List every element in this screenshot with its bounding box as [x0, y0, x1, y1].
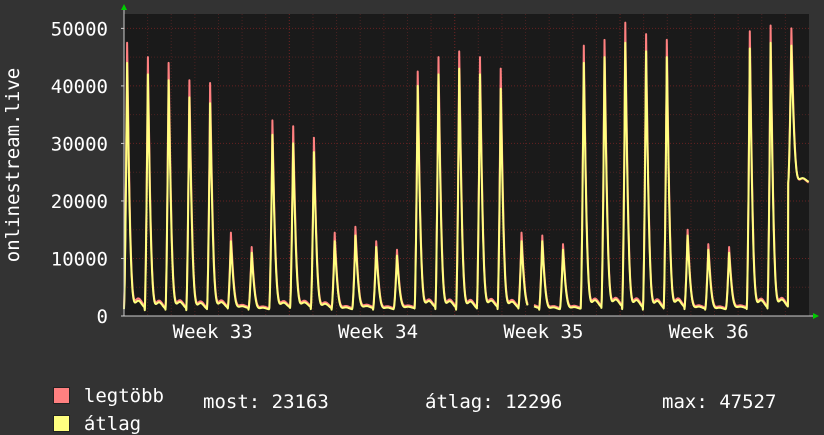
legend-label-avg: átlag: [83, 413, 142, 435]
x-tick-label: Week 33: [173, 321, 253, 343]
x-tick-label: Week 35: [503, 321, 583, 343]
y-tick-label: 20000: [51, 191, 108, 213]
plot-area: [124, 14, 809, 316]
y-tick-label: 50000: [51, 18, 108, 40]
y-tick-label: 40000: [51, 76, 108, 98]
stat-max: max: 47527: [662, 391, 777, 413]
stat-now: most: 23163: [203, 391, 329, 413]
x-tick-label: Week 34: [338, 321, 418, 343]
y-tick-label: 30000: [51, 133, 108, 155]
y-axis-arrow: [121, 4, 127, 10]
stat-avg: átlag: 12296: [425, 391, 563, 413]
x-axis-arrow: [813, 313, 819, 319]
y-tick-labels: 0 10000 20000 30000 40000 50000: [51, 18, 108, 328]
legend-item-avg: átlag: [30, 391, 141, 435]
y-tick-label: 0: [97, 306, 108, 328]
x-tick-labels: Week 33 Week 34 Week 35 Week 36: [173, 321, 749, 343]
chart: 01000020000300004000050000 Week 33 Week 3…: [2, 4, 819, 343]
x-tick-label: Week 36: [669, 321, 749, 343]
y-tick-label: 10000: [51, 248, 108, 270]
legend-swatch-avg: [52, 415, 70, 432]
y-axis-label: onlinestream.live: [2, 68, 24, 262]
